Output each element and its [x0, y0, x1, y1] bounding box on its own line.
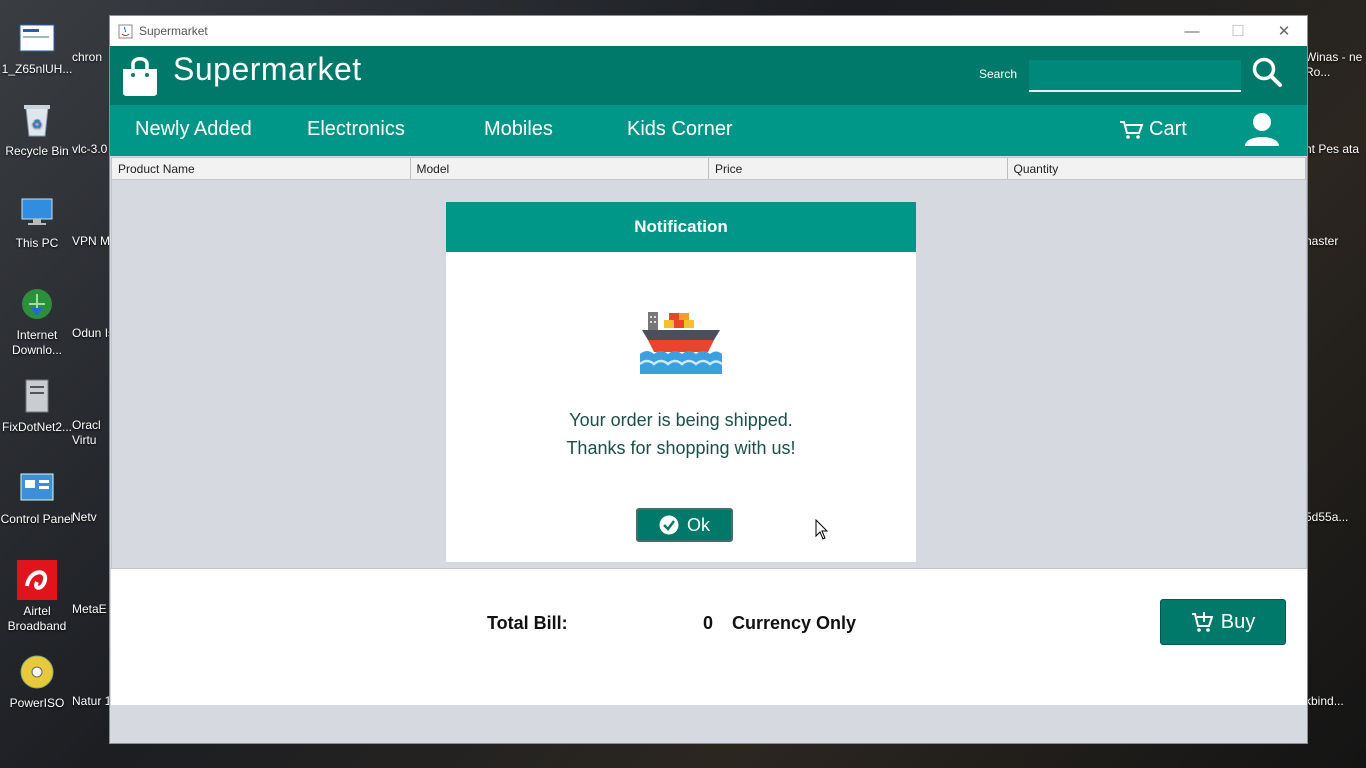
dialog-message-line2: Thanks for shopping with us! — [566, 438, 796, 458]
dialog-message-line1: Your order is being shipped. — [569, 410, 793, 430]
desktop-icon-airtel[interactable]: Airtel Broadband — [0, 560, 74, 634]
control-panel-icon — [17, 468, 57, 508]
desktop-icon-label: Airtel Broadband — [7, 604, 67, 633]
app-header: Supermarket Search — [110, 46, 1307, 105]
desktop-icon-file[interactable]: 1_Z65nlUH... — [0, 18, 74, 77]
desktop-icon-label: Control Panel — [0, 512, 74, 526]
desktop-icon-label: Recycle Bin — [5, 144, 69, 158]
svg-text:♻: ♻ — [32, 117, 43, 131]
nav-newly-added[interactable]: Newly Added — [135, 118, 252, 141]
cart-label: Cart — [1149, 118, 1187, 140]
nav-kids-corner[interactable]: Kids Corner — [627, 118, 733, 141]
desktop-icon-file-5d55a[interactable]: 5d55a... — [1305, 510, 1366, 525]
desktop-icon-label: kbind... — [1305, 694, 1344, 708]
desktop-icon-label: Internet Downlo... — [11, 328, 63, 357]
shopping-bag-icon — [123, 57, 157, 96]
search-label: Search — [979, 67, 1018, 81]
total-bill-label: Total Bill: — [487, 613, 568, 633]
cart-button[interactable]: Cart — [1119, 118, 1187, 141]
desktop-icon-recycle-bin[interactable]: ♻ Recycle Bin — [0, 100, 74, 159]
server-icon — [17, 376, 57, 416]
cart-icon — [1120, 120, 1143, 139]
check-circle-icon — [659, 515, 679, 535]
title-bar[interactable]: Supermarket — ☐ ✕ — [110, 16, 1307, 46]
nav-electronics[interactable]: Electronics — [307, 118, 405, 141]
window-title: Supermarket — [139, 24, 208, 38]
minimize-button[interactable]: — — [1169, 16, 1215, 46]
desktop-icon-label: vlc-3.0 — [72, 142, 108, 156]
desktop-icon-label: PowerISO — [9, 696, 65, 710]
brand-title: Supermarket — [173, 51, 362, 87]
notification-dialog: Notification Your order is being shipped… — [446, 202, 916, 562]
category-nav: Newly Added Electronics Mobiles Kids Cor… — [110, 105, 1307, 156]
desktop-icon-poweriso[interactable]: PowerISO — [0, 652, 74, 711]
airtel-icon — [17, 560, 57, 600]
desktop-icon-label: This PC — [15, 236, 59, 250]
desktop-icon-label: naster — [1305, 234, 1339, 248]
ok-button[interactable]: Ok — [636, 508, 733, 542]
desktop-icon-master[interactable]: naster — [1305, 234, 1366, 249]
desktop-icon-data-folder[interactable]: nt Pes ata — [1305, 142, 1366, 157]
desktop-icon-label: 1_Z65nlUH... — [1, 62, 73, 76]
total-bill-value: 0 — [703, 613, 714, 633]
java-app-icon — [118, 24, 133, 38]
dialog-title: Notification — [446, 202, 916, 252]
search-input[interactable] — [1029, 60, 1241, 92]
desktop-icon-label: nt Pes ata — [1305, 142, 1360, 156]
table-header: Product Name Model Price Quantity — [112, 158, 1306, 180]
cart-plus-icon — [1191, 612, 1213, 632]
mouse-cursor-icon — [815, 519, 829, 540]
desktop-icon-label: 5d55a... — [1305, 510, 1349, 524]
close-button[interactable]: ✕ — [1261, 16, 1307, 46]
desktop-icon-winamp[interactable]: Winas - ne Ro... — [1305, 50, 1366, 80]
desktop-icon-label: MetaE — [72, 602, 107, 616]
ok-label: Ok — [686, 514, 710, 535]
disc-icon — [17, 652, 57, 692]
column-header-product-name[interactable]: Product Name — [112, 158, 411, 179]
buy-button[interactable]: Buy — [1160, 599, 1286, 645]
desktop-icon-kbind[interactable]: kbind... — [1305, 694, 1366, 709]
desktop-icon-fixdotnet[interactable]: FixDotNet2... — [0, 376, 74, 435]
desktop-icon-this-pc[interactable]: This PC — [0, 192, 74, 251]
recycle-bin-icon: ♻ — [17, 100, 57, 140]
bill-panel: Total Bill: 0 Currency Only Buy — [111, 569, 1307, 705]
search-icon[interactable] — [1251, 56, 1283, 88]
cargo-ship-icon — [640, 312, 722, 374]
desktop-icon-control-panel[interactable]: Control Panel — [0, 468, 74, 527]
column-header-model[interactable]: Model — [411, 158, 709, 179]
desktop-icon-internet-download[interactable]: Internet Downlo... — [0, 284, 74, 358]
buy-label: Buy — [1220, 610, 1256, 633]
desktop-icon-label: chron — [72, 50, 103, 64]
user-icon[interactable] — [1244, 111, 1280, 147]
computer-icon — [17, 192, 57, 232]
document-icon — [17, 18, 57, 58]
column-header-price[interactable]: Price — [709, 158, 1008, 179]
column-header-quantity[interactable]: Quantity — [1008, 158, 1306, 179]
maximize-button[interactable]: ☐ — [1215, 16, 1261, 46]
desktop-icon-label: FixDotNet2... — [1, 420, 73, 434]
desktop-icon-label: Oracl Virtu — [72, 418, 101, 447]
nav-mobiles[interactable]: Mobiles — [484, 118, 553, 141]
desktop-icon-label: Winas - ne Ro... — [1305, 50, 1363, 79]
globe-download-icon — [17, 284, 57, 324]
currency-label: Currency Only — [732, 613, 857, 633]
desktop-icon-label: Netv — [72, 510, 97, 524]
